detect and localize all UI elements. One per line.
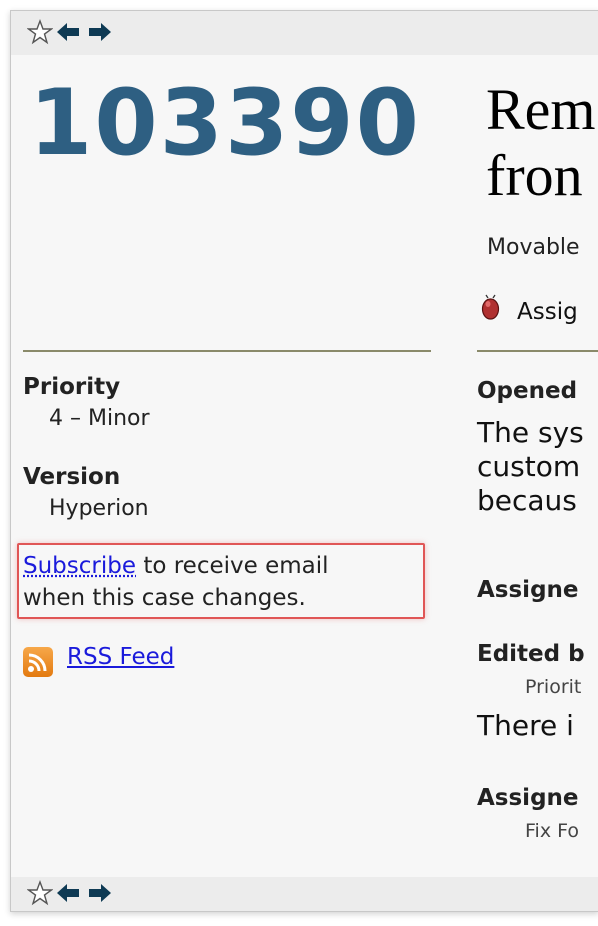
subscribe-link[interactable]: Subscribe	[23, 553, 136, 579]
rss-icon[interactable]	[23, 647, 53, 677]
assigned-detail-2: Fix Fo	[525, 820, 579, 842]
sidebar-divider	[23, 350, 431, 352]
star-icon[interactable]	[27, 880, 53, 906]
forward-arrow-icon[interactable]	[87, 19, 113, 45]
case-status: Assig	[517, 299, 578, 325]
priority-value: 4 – Minor	[49, 406, 150, 431]
star-icon[interactable]	[27, 19, 53, 45]
case-number: 103390	[29, 69, 421, 179]
case-title: Rem fron	[486, 77, 596, 209]
assigned-label-2: Assigne	[477, 785, 579, 811]
opened-label: Opened	[477, 378, 577, 404]
subscribe-text2: when this case changes.	[23, 585, 306, 611]
back-arrow-icon[interactable]	[55, 19, 81, 45]
opened-text-line2: custom	[477, 450, 580, 484]
case-window: 103390 Rem fron Movable Assig Priority 4…	[10, 10, 598, 912]
edited-text: There i	[477, 709, 574, 743]
assigned-label-1: Assigne	[477, 577, 579, 603]
case-title-line1: Rem	[486, 77, 596, 143]
forward-arrow-icon[interactable]	[87, 880, 113, 906]
opened-text-line1: The sys	[477, 416, 584, 450]
bug-icon	[481, 294, 500, 320]
events-divider	[477, 350, 598, 352]
top-toolbar	[11, 11, 598, 55]
subscribe-line1: Subscribe to receive email	[23, 553, 329, 579]
rss-feed-link[interactable]: RSS Feed	[67, 644, 174, 670]
project-name: Movable	[487, 235, 580, 260]
edited-detail: Priorit	[525, 676, 581, 698]
version-label: Version	[23, 464, 120, 490]
bottom-toolbar	[11, 877, 598, 911]
opened-text-line3: becaus	[477, 484, 577, 518]
back-arrow-icon[interactable]	[55, 880, 81, 906]
version-value: Hyperion	[49, 496, 149, 521]
priority-label: Priority	[23, 374, 120, 400]
case-title-line2: fron	[486, 143, 596, 209]
edited-label: Edited b	[477, 641, 585, 667]
subscribe-text1: to receive email	[136, 553, 329, 579]
